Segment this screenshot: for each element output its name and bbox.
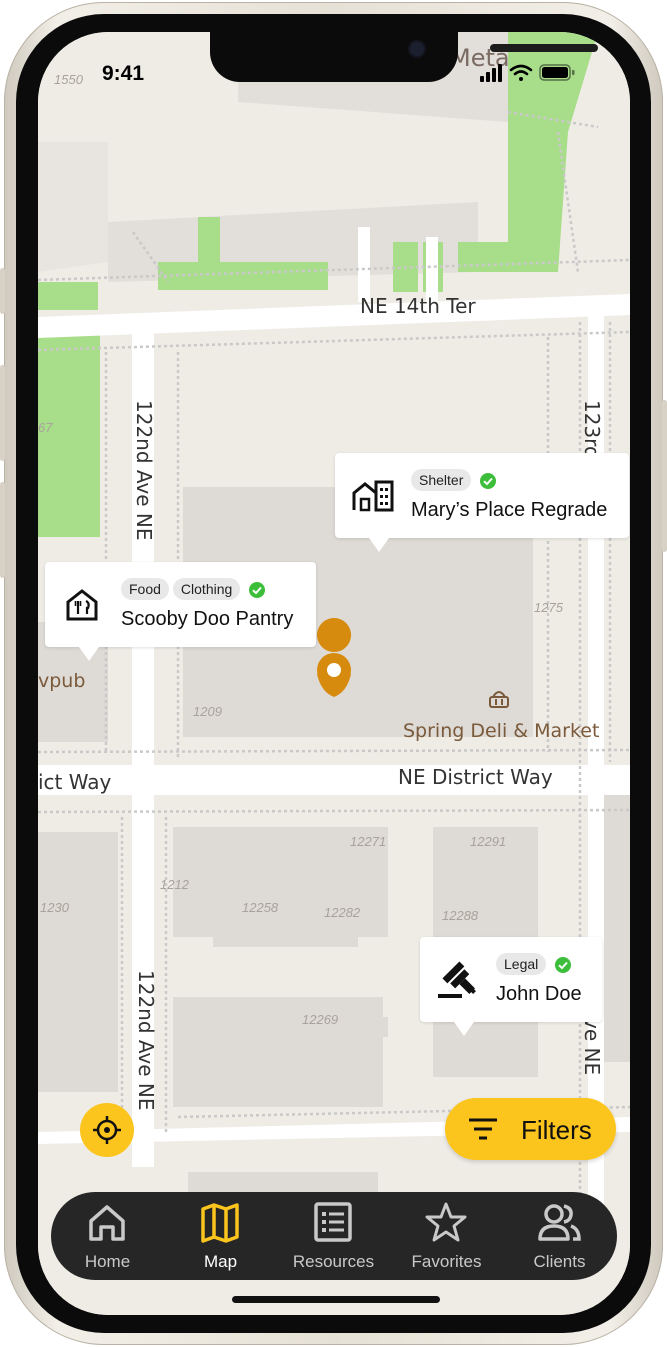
map-icon [201, 1203, 239, 1243]
locate-me-button[interactable] [80, 1103, 134, 1157]
street-label-ave-ne-right: ve NE [580, 1017, 604, 1076]
utensils-building-icon [66, 589, 98, 621]
resource-callout-scooby-doo-pantry[interactable]: Food Clothing Scooby Doo Pantry [45, 562, 316, 661]
street-label-122nd-ave-upper: 122nd Ave NE [132, 400, 156, 541]
phone-volume-down-button [0, 482, 5, 578]
wifi-icon [509, 64, 533, 81]
place-label-pub: vpub [38, 670, 86, 692]
street-label-ne-14th-ter: NE 14th Ter [360, 294, 476, 318]
street-label-ne-district-way: NE District Way [398, 765, 553, 789]
filter-lines-icon [469, 1118, 497, 1140]
building-number: 1212 [160, 877, 189, 892]
tab-label: Resources [292, 1252, 375, 1271]
building-number: 1209 [193, 704, 222, 719]
earpiece-speaker [490, 44, 598, 52]
street-label-123rd: 123rd [580, 400, 604, 459]
building-number: 12282 [324, 905, 361, 920]
status-bar-icons [480, 64, 575, 82]
resource-name: Mary’s Place Regrade [411, 499, 608, 521]
building-number: 12271 [350, 834, 387, 849]
tab-label: Favorites [411, 1252, 482, 1271]
bottom-tab-bar: Home Map Resources Favorites Clients [51, 1192, 617, 1280]
resource-callout-john-doe[interactable]: Legal John Doe [420, 937, 602, 1036]
star-icon [425, 1202, 467, 1242]
category-tag: Clothing [172, 578, 241, 600]
battery-icon [539, 64, 575, 81]
notch [210, 32, 598, 82]
building-number: 12258 [242, 900, 279, 915]
app-screen: Meta NE 14th Ter 122nd Ave NE 123rd NE D… [38, 32, 630, 1315]
place-label-spring-deli[interactable]: Spring Deli & Market [403, 720, 599, 742]
list-icon [314, 1202, 352, 1242]
tab-map[interactable]: Map [164, 1192, 277, 1280]
resource-callout-marys-place[interactable]: Shelter Mary’s Place Regrade [335, 453, 629, 552]
filters-button[interactable]: Filters [445, 1098, 616, 1160]
building-number: 12291 [470, 834, 507, 849]
building-number: 1275 [534, 600, 563, 615]
tab-label: Clients [533, 1252, 586, 1271]
tab-home[interactable]: Home [51, 1192, 164, 1280]
phone-side-button [0, 268, 5, 314]
home-indicator[interactable] [232, 1296, 440, 1303]
cellular-signal-icon [480, 64, 502, 82]
category-tag: Shelter [411, 469, 472, 491]
resource-name: John Doe [496, 983, 582, 1005]
building-number: 1230 [40, 900, 69, 915]
building-number: 1550 [54, 72, 83, 87]
verified-check-icon [554, 956, 571, 973]
crosshair-icon [93, 1116, 121, 1144]
street-label-district-way-left: ict Way [38, 770, 112, 794]
filters-label: Filters [521, 1115, 592, 1145]
category-tag: Legal [496, 953, 547, 975]
resource-name: Scooby Doo Pantry [121, 608, 294, 630]
phone-power-button [662, 400, 667, 552]
category-tag: Food [121, 578, 169, 600]
tab-label: Home [84, 1252, 131, 1271]
building-number: 12269 [302, 1012, 339, 1027]
home-icon [89, 1205, 125, 1241]
street-label-122nd-ave-lower: 122nd Ave NE [134, 970, 158, 1111]
tab-resources[interactable]: Resources [277, 1192, 390, 1280]
building-number: 67 [38, 420, 53, 435]
status-bar-time: 9:41 [102, 62, 145, 85]
front-camera [410, 42, 424, 56]
tab-label: Map [203, 1252, 238, 1271]
tab-clients[interactable]: Clients [503, 1192, 616, 1280]
building-number: 12288 [442, 908, 479, 923]
phone-volume-up-button [0, 365, 5, 461]
gavel-icon [438, 961, 476, 998]
verified-check-icon [248, 581, 265, 598]
users-icon [538, 1204, 581, 1241]
shelter-building-icon [352, 480, 394, 512]
tab-favorites[interactable]: Favorites [390, 1192, 503, 1280]
verified-check-icon [479, 472, 496, 489]
